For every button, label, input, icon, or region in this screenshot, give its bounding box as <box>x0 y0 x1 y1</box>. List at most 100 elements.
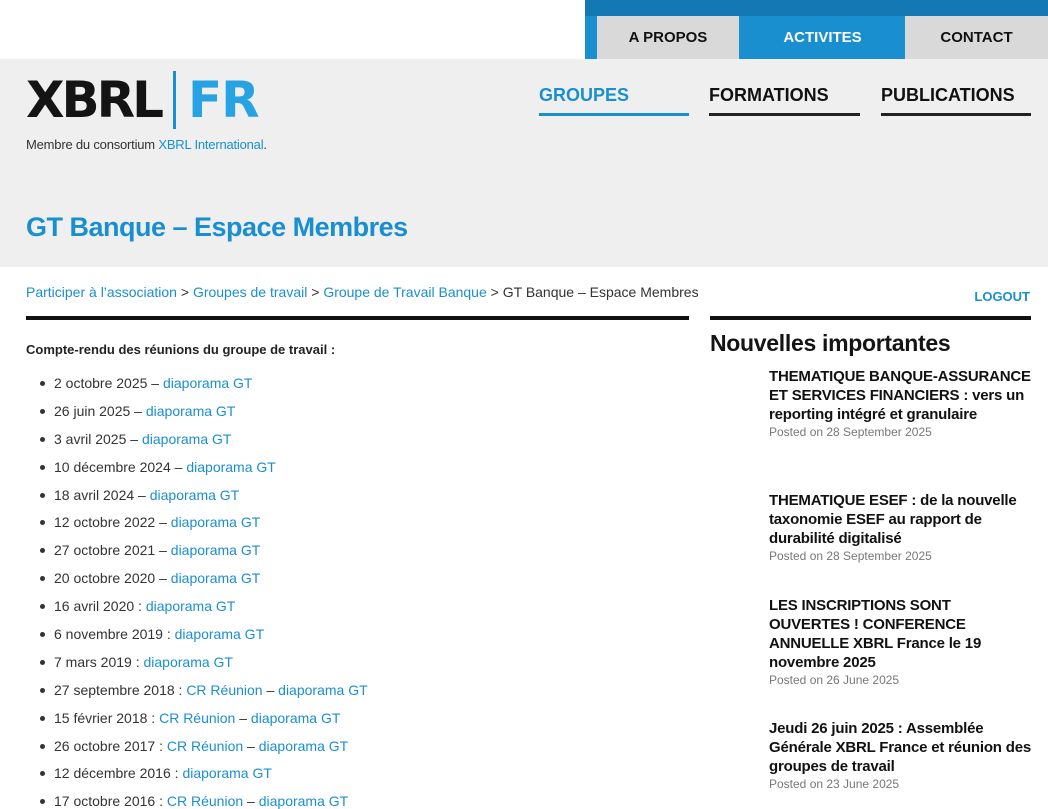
diaporama-link[interactable]: diaporama GT <box>251 710 340 726</box>
diaporama-link[interactable]: diaporama GT <box>171 514 260 530</box>
member-prefix: Membre du consortium <box>26 137 159 152</box>
logo-divider <box>173 71 177 129</box>
news-date: Posted on 23 June 2025 <box>769 777 900 791</box>
reunion-separator: : <box>155 793 167 809</box>
breadcrumb-link-participer[interactable]: Participer à l’association <box>26 284 177 300</box>
news-title[interactable]: LES INSCRIPTIONS SONT OUVERTES ! CONFERE… <box>769 596 1034 672</box>
news-item[interactable]: Jeudi 26 juin 2025 : Assemblée Générale … <box>769 719 1034 792</box>
nav-groupes-underline <box>539 113 689 116</box>
breadcrumb-link-groupes[interactable]: Groupes de travail <box>193 284 307 300</box>
page-title: GT Banque – Espace Membres <box>26 212 408 242</box>
logout-link[interactable]: LOGOUT <box>974 289 1030 304</box>
tab-contact[interactable]: CONTACT <box>905 16 1048 59</box>
reunion-separator: – <box>155 570 171 587</box>
nav-publications[interactable]: PUBLICATIONS <box>881 84 1031 116</box>
reunion-date: 26 juin 2025 <box>54 402 131 419</box>
list-item: 26 octobre 2017 : CR Réunion – diaporama… <box>40 736 368 764</box>
cr-reunion-link[interactable]: CR Réunion <box>186 682 262 698</box>
member-tagline: Membre du consortium XBRL International. <box>26 137 267 152</box>
list-item: 12 décembre 2016 : diaporama GT <box>40 763 368 791</box>
news-date: Posted on 28 September 2025 <box>769 425 932 439</box>
reunion-date: 15 février 2018 <box>54 709 148 726</box>
cr-reunion-link[interactable]: CR Réunion <box>159 710 235 726</box>
list-item: 3 avril 2025 – diaporama GT <box>40 429 368 457</box>
reunion-separator: – <box>155 542 171 559</box>
reunion-date: 12 décembre 2016 <box>54 765 171 782</box>
reunion-date: 26 octobre 2017 <box>54 737 156 754</box>
tab-a-propos[interactable]: A PROPOS <box>597 16 739 59</box>
news-item[interactable]: LES INSCRIPTIONS SONT OUVERTES ! CONFERE… <box>769 596 1034 688</box>
reunion-separator: : <box>131 653 144 670</box>
news-title[interactable]: THEMATIQUE BANQUE-ASSURANCE ET SERVICES … <box>769 367 1034 424</box>
reunion-separator: : <box>170 765 183 782</box>
list-item: 15 février 2018 : CR Réunion – diaporama… <box>40 708 368 736</box>
breadcrumb-current: GT Banque – Espace Membres <box>502 284 699 300</box>
reunion-separator: – <box>170 458 187 475</box>
sidebar-divider <box>710 316 1031 320</box>
diaporama-link[interactable]: diaporama GT <box>259 738 348 754</box>
reunion-date: 27 octobre 2021 <box>54 542 156 559</box>
reunion-separator: – <box>147 375 163 391</box>
diaporama-link[interactable]: diaporama GT <box>150 487 239 503</box>
diaporama-link[interactable]: diaporama GT <box>163 375 252 391</box>
xbrl-fr-logo[interactable]: XBRL FR <box>26 71 260 129</box>
diaporama-link[interactable]: diaporama GT <box>171 542 260 558</box>
reunion-separator: – <box>155 514 171 531</box>
list-item: 12 octobre 2022 – diaporama GT <box>40 512 368 540</box>
reunion-date: 20 octobre 2020 <box>54 570 156 587</box>
nav-publications-label: PUBLICATIONS <box>881 85 1015 105</box>
breadcrumb-separator: > <box>486 284 503 300</box>
cr-reunion-link[interactable]: CR Réunion <box>167 738 243 754</box>
sidebar-title: Nouvelles importantes <box>710 330 951 356</box>
xbrl-international-link[interactable]: XBRL International <box>158 137 263 152</box>
news-item[interactable]: THEMATIQUE BANQUE-ASSURANCE ET SERVICES … <box>769 367 1034 440</box>
nav-formations-underline <box>709 113 860 116</box>
reunions-intro: Compte-rendu des réunions du groupe de t… <box>26 342 336 357</box>
nav-formations[interactable]: FORMATIONS <box>709 84 860 116</box>
nav-formations-label: FORMATIONS <box>709 85 829 105</box>
breadcrumb-link-groupe-banque[interactable]: Groupe de Travail Banque <box>323 284 486 300</box>
reunion-date: 7 mars 2019 <box>54 653 132 670</box>
list-item: 18 avril 2024 – diaporama GT <box>40 485 368 513</box>
reunion-separator: – <box>126 430 142 447</box>
diaporama-link[interactable]: diaporama GT <box>186 459 275 475</box>
reunion-separator: : <box>162 626 175 643</box>
diaporama-link[interactable]: diaporama GT <box>175 626 264 642</box>
nav-groupes[interactable]: GROUPES <box>539 84 689 116</box>
tab-activites[interactable]: ACTIVITES <box>750 16 895 59</box>
top-tab-bar: A PROPOS ACTIVITES CONTACT <box>585 0 1048 59</box>
news-title[interactable]: Jeudi 26 juin 2025 : Assemblée Générale … <box>769 719 1034 776</box>
reunions-list: 2 octobre 2025 – diaporama GT 26 juin 202… <box>40 373 368 809</box>
list-item: 17 octobre 2016 : CR Réunion – diaporama… <box>40 791 368 809</box>
diaporama-link[interactable]: diaporama GT <box>259 793 348 809</box>
news-item[interactable]: THEMATIQUE ESEF : de la nouvelle taxonom… <box>769 491 1034 564</box>
diaporama-link[interactable]: diaporama GT <box>142 431 231 447</box>
diaporama-link[interactable]: diaporama GT <box>278 682 367 698</box>
list-item: 10 décembre 2024 – diaporama GT <box>40 457 368 485</box>
news-title[interactable]: THEMATIQUE ESEF : de la nouvelle taxonom… <box>769 491 1034 548</box>
member-suffix: . <box>263 137 267 152</box>
diaporama-link[interactable]: diaporama GT <box>171 570 260 586</box>
diaporama-link[interactable]: diaporama GT <box>144 654 233 670</box>
reunion-date: 2 octobre 2025 <box>54 375 148 391</box>
cr-reunion-link[interactable]: CR Réunion <box>167 793 243 809</box>
reunion-separator: – <box>243 737 259 754</box>
diaporama-link[interactable]: diaporama GT <box>146 403 235 419</box>
list-item: 27 septembre 2018 : CR Réunion – diapora… <box>40 680 368 708</box>
news-date: Posted on 28 September 2025 <box>769 549 932 563</box>
logo-xbrl-text: XBRL <box>26 71 164 129</box>
list-item: 27 octobre 2021 – diaporama GT <box>40 540 368 568</box>
reunion-date: 12 octobre 2022 <box>54 514 156 531</box>
list-item: 16 avril 2020 : diaporama GT <box>40 596 368 624</box>
list-item: 20 octobre 2020 – diaporama GT <box>40 568 368 596</box>
reunion-separator: – <box>243 793 259 809</box>
breadcrumb-separator: > <box>176 284 193 300</box>
diaporama-link[interactable]: diaporama GT <box>146 598 235 614</box>
diaporama-link[interactable]: diaporama GT <box>182 765 271 781</box>
nav-groupes-label: GROUPES <box>539 85 630 105</box>
list-item: 6 novembre 2019 : diaporama GT <box>40 624 368 652</box>
reunion-date: 16 avril 2020 <box>54 598 135 615</box>
reunion-date: 27 septembre 2018 <box>54 681 175 698</box>
reunion-separator: : <box>155 737 167 754</box>
reunion-separator: : <box>147 709 160 726</box>
